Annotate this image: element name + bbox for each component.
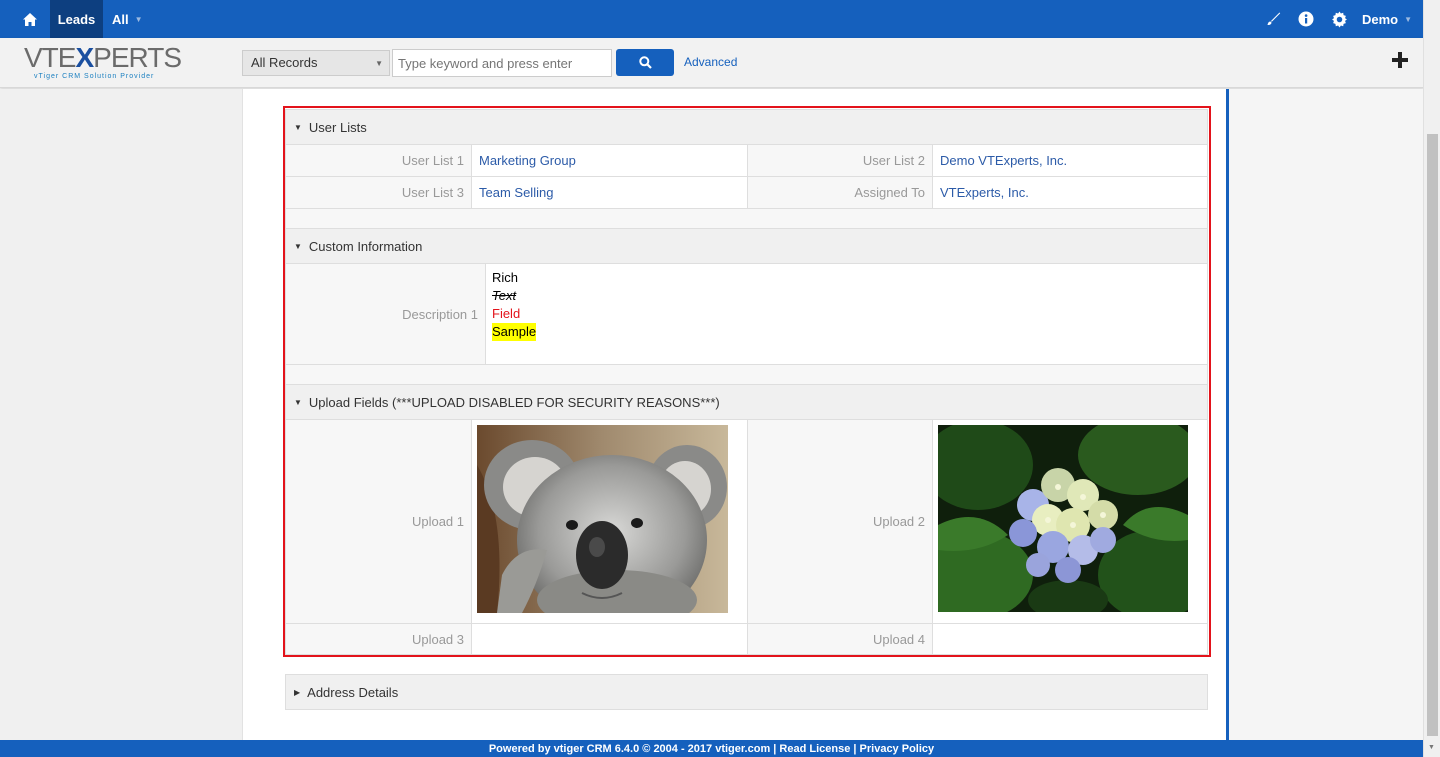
chevron-down-icon: ▼ bbox=[1404, 14, 1413, 24]
user-menu[interactable]: Demo ▼ bbox=[1362, 0, 1412, 38]
filter-all-label: All bbox=[112, 11, 129, 27]
highlight-box bbox=[283, 106, 1211, 657]
search-input[interactable] bbox=[392, 49, 612, 77]
paint-brush-icon[interactable] bbox=[1262, 0, 1284, 38]
footer: Powered by vtiger CRM 6.4.0 © 2004 - 201… bbox=[0, 740, 1423, 757]
top-nav-bar: Leads All ▼ Demo ▼ bbox=[0, 0, 1440, 38]
module-leads-tab[interactable]: Leads bbox=[50, 0, 103, 38]
vertical-scrollbar[interactable]: ▼ bbox=[1423, 0, 1440, 757]
chevron-down-icon: ▼ bbox=[375, 59, 383, 68]
block-header-address-details[interactable]: ▶ Address Details bbox=[285, 674, 1208, 710]
search-icon bbox=[638, 56, 652, 69]
home-icon[interactable] bbox=[14, 0, 46, 38]
records-select-value: All Records bbox=[251, 55, 318, 70]
gear-icon[interactable] bbox=[1328, 0, 1350, 38]
block-title: Address Details bbox=[307, 684, 399, 700]
info-icon[interactable] bbox=[1295, 0, 1317, 38]
caret-right-icon: ▶ bbox=[294, 687, 301, 697]
left-sidebar bbox=[0, 89, 243, 740]
vtexperts-logo[interactable]: VTEXPERTS vTiger CRM Solution Provider bbox=[24, 44, 184, 84]
search-button[interactable] bbox=[616, 49, 674, 76]
filter-all-menu[interactable]: All ▼ bbox=[112, 0, 143, 38]
right-panel bbox=[1229, 89, 1423, 740]
records-select[interactable]: All Records ▼ bbox=[242, 50, 390, 76]
plus-icon[interactable] bbox=[1388, 48, 1412, 72]
chevron-down-icon: ▼ bbox=[134, 14, 143, 24]
advanced-search-link[interactable]: Advanced bbox=[684, 55, 737, 69]
scroll-down-arrow-icon[interactable]: ▼ bbox=[1428, 744, 1435, 751]
user-name: Demo bbox=[1362, 11, 1399, 27]
scrollbar-thumb[interactable] bbox=[1427, 134, 1438, 736]
